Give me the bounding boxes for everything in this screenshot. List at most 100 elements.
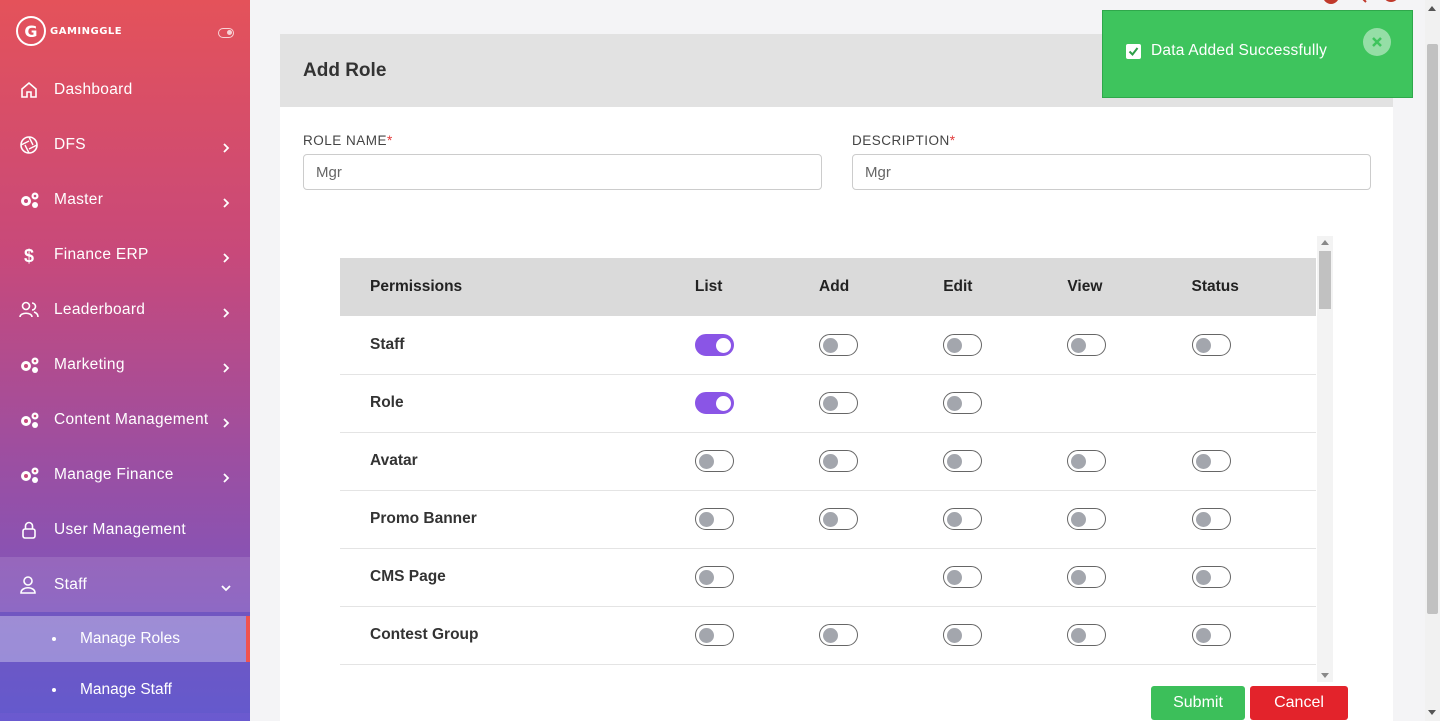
page-scroll-thumb[interactable]: [1427, 44, 1438, 614]
scroll-thumb[interactable]: [1319, 251, 1331, 309]
sidebar-item-manage-finance[interactable]: Manage Finance: [0, 447, 250, 502]
sidebar-item-dashboard[interactable]: Dashboard: [0, 62, 250, 117]
table-row: [340, 664, 1316, 682]
permission-cell: [943, 548, 1068, 607]
permission-toggle-add[interactable]: [819, 450, 859, 472]
permission-cell: [943, 316, 1068, 375]
power-icon[interactable]: [1382, 0, 1400, 6]
chevron-down-icon: [220, 579, 232, 591]
lock-icon: [18, 519, 40, 541]
column-header-status: Status: [1191, 258, 1316, 316]
sidebar-item-staff[interactable]: Staff: [0, 557, 250, 612]
permission-toggle-list[interactable]: [694, 624, 734, 646]
permission-cell: [819, 606, 944, 665]
description-label: DESCRIPTION*: [852, 133, 956, 148]
logo-icon: G: [16, 16, 46, 46]
sidebar-item-label: Leaderboard: [54, 300, 146, 318]
permission-toggle-status[interactable]: [1191, 624, 1231, 646]
permissions-scrollbar[interactable]: [1317, 236, 1333, 682]
permission-cell: [694, 316, 820, 375]
permission-toggle-add[interactable]: [819, 508, 859, 530]
page-scroll-down-icon[interactable]: [1428, 710, 1436, 715]
permission-cell: [943, 374, 1068, 433]
search-icon[interactable]: [1352, 0, 1370, 6]
cancel-button[interactable]: Cancel: [1250, 686, 1348, 720]
avatar-icon[interactable]: [1322, 0, 1340, 6]
permission-toggle-edit[interactable]: [943, 624, 983, 646]
permission-toggle-list[interactable]: [694, 333, 734, 356]
sidebar-item-leaderboard[interactable]: Leaderboard: [0, 282, 250, 337]
scroll-down-arrow-icon[interactable]: [1321, 673, 1329, 678]
permission-toggle-edit[interactable]: [943, 450, 983, 472]
permission-cell: [694, 606, 820, 665]
submenu-item-manage-roles[interactable]: Manage Roles: [0, 616, 250, 662]
brand-logo[interactable]: G GAMINGGLE: [0, 0, 250, 62]
permission-name: [340, 664, 695, 682]
sidebar-item-finance-erp[interactable]: $ Finance ERP: [0, 227, 250, 282]
permission-toggle-edit[interactable]: [943, 508, 983, 530]
permission-cell: [694, 548, 820, 607]
permissions-table-container[interactable]: Permissions List Add Edit View Status Staff Ro…: [340, 236, 1333, 682]
permission-toggle-status[interactable]: [1191, 450, 1231, 472]
permission-toggle-edit[interactable]: [943, 392, 983, 414]
permission-toggle-list[interactable]: [694, 508, 734, 530]
permission-toggle-add[interactable]: [819, 333, 859, 356]
permission-name: Contest Group: [340, 606, 695, 665]
bullet-icon: [52, 688, 56, 692]
dollar-icon: $: [18, 244, 40, 266]
permission-toggle-view[interactable]: [1067, 624, 1107, 646]
sidebar: G GAMINGGLE Dashboard DFS Master $ Finance E…: [0, 0, 250, 721]
sidebar-item-dfs[interactable]: DFS: [0, 117, 250, 172]
sidebar-item-marketing[interactable]: Marketing: [0, 337, 250, 392]
permission-cell: [1067, 606, 1192, 665]
page-scroll-up-icon[interactable]: [1428, 6, 1436, 11]
table-row: Promo Banner: [340, 490, 1316, 549]
sidebar-item-content-management[interactable]: Content Management: [0, 392, 250, 447]
chevron-right-icon: [220, 304, 232, 318]
permission-toggle-edit[interactable]: [943, 566, 983, 588]
permission-toggle-status[interactable]: [1191, 333, 1231, 356]
table-row: Staff: [340, 316, 1316, 375]
permission-toggle-status[interactable]: [1191, 566, 1231, 588]
permission-toggle-list[interactable]: [694, 392, 734, 414]
submenu-item-manage-staff[interactable]: Manage Staff: [0, 667, 250, 713]
success-toast: Data Added Successfully: [1102, 10, 1413, 98]
permission-toggle-view[interactable]: [1067, 508, 1107, 530]
table-row: Contest Group: [340, 606, 1316, 665]
chevron-right-icon: [220, 414, 232, 428]
close-icon[interactable]: [1363, 28, 1391, 56]
permission-toggle-add[interactable]: [819, 624, 859, 646]
permission-toggle-list[interactable]: [694, 450, 734, 472]
permission-toggle-status[interactable]: [1191, 508, 1231, 530]
sidebar-item-master[interactable]: Master: [0, 172, 250, 227]
chevron-right-icon: [220, 139, 232, 153]
bullet-icon: [52, 637, 56, 641]
role-name-input[interactable]: [303, 154, 822, 190]
permission-toggle-add[interactable]: [819, 392, 859, 414]
permission-toggle-view[interactable]: [1067, 566, 1107, 588]
home-icon: [18, 79, 40, 101]
permission-toggle-list[interactable]: [694, 566, 734, 588]
sidebar-item-user-management[interactable]: User Management: [0, 502, 250, 557]
description-input[interactable]: [852, 154, 1371, 190]
permission-cell: [1191, 490, 1316, 549]
sidebar-item-label: Finance ERP: [54, 245, 149, 263]
page-scrollbar[interactable]: [1425, 0, 1440, 721]
scroll-up-arrow-icon[interactable]: [1321, 240, 1329, 245]
chevron-right-icon: [220, 359, 232, 373]
submit-button[interactable]: Submit: [1151, 686, 1245, 720]
permission-toggle-view[interactable]: [1067, 333, 1107, 356]
permission-toggle-view[interactable]: [1067, 450, 1107, 472]
toast-message: Data Added Successfully: [1151, 42, 1328, 59]
sidebar-item-label: Dashboard: [54, 80, 133, 98]
gears-icon: [18, 354, 40, 376]
permission-name: Avatar: [340, 432, 695, 491]
permission-cell: [694, 374, 820, 433]
permission-cell: [694, 432, 820, 491]
permission-toggle-edit[interactable]: [943, 333, 983, 356]
sidebar-toggle-icon[interactable]: [218, 28, 234, 38]
add-role-card: Add Role ROLE NAME* DESCRIPTION* Permiss…: [280, 34, 1393, 721]
permission-cell: [1191, 606, 1316, 665]
permission-cell: [1067, 664, 1192, 682]
sidebar-item-label: Content Management: [54, 410, 209, 428]
